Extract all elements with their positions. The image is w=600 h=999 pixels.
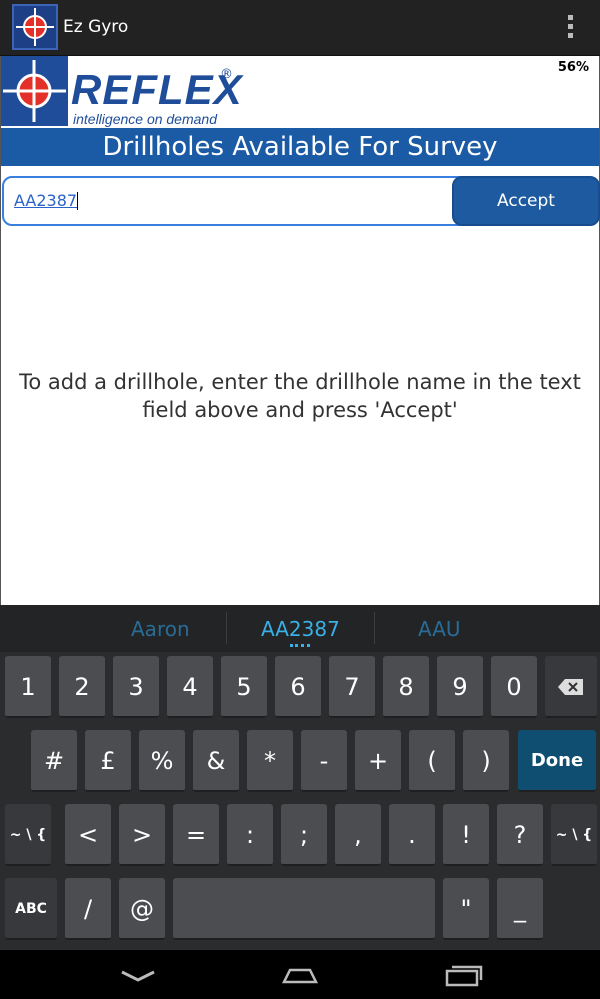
alt-symbols-key-right[interactable]: ~ \ { <box>551 804 597 866</box>
key-asterisk[interactable]: * <box>247 730 293 792</box>
instructions-text: To add a drillhole, enter the drillhole … <box>1 368 599 424</box>
instructions-line-2: field above and press 'Accept' <box>142 398 458 422</box>
battery-level: 56% <box>557 60 589 75</box>
overflow-menu-icon[interactable] <box>568 15 574 39</box>
key-semicolon[interactable]: ; <box>281 804 327 866</box>
key-minus[interactable]: - <box>301 730 347 792</box>
key-ampersand[interactable]: & <box>193 730 239 792</box>
space-key[interactable] <box>173 878 435 940</box>
key-quote[interactable]: " <box>443 878 489 940</box>
key-less-than[interactable]: < <box>65 804 111 866</box>
home-icon[interactable] <box>280 960 320 990</box>
suggestion-item[interactable]: AAU <box>418 617 461 641</box>
drillhole-input-row: AA2387 Accept <box>2 176 600 226</box>
key-7[interactable]: 7 <box>329 656 375 718</box>
done-key[interactable]: Done <box>518 730 596 792</box>
suggestion-bar: Aaron AA2387 AAU <box>0 605 600 652</box>
key-0[interactable]: 0 <box>491 656 537 718</box>
key-question[interactable]: ? <box>497 804 543 866</box>
key-8[interactable]: 8 <box>383 656 429 718</box>
backspace-key[interactable] <box>545 656 597 718</box>
key-period[interactable]: . <box>389 804 435 866</box>
key-plus[interactable]: + <box>355 730 401 792</box>
action-bar: Ez Gyro <box>0 0 600 56</box>
key-open-paren[interactable]: ( <box>409 730 455 792</box>
back-icon[interactable] <box>118 960 158 990</box>
key-equals[interactable]: = <box>173 804 219 866</box>
key-hash[interactable]: # <box>31 730 77 792</box>
accept-button[interactable]: Accept <box>452 176 600 226</box>
key-underscore[interactable]: _ <box>497 878 543 940</box>
key-greater-than[interactable]: > <box>119 804 165 866</box>
key-1[interactable]: 1 <box>5 656 51 718</box>
system-nav-bar <box>0 950 600 999</box>
key-4[interactable]: 4 <box>167 656 213 718</box>
soft-keyboard: Aaron AA2387 AAU 1 2 3 4 5 6 7 8 9 0 # £… <box>0 605 600 950</box>
suggestion-item[interactable]: Aaron <box>131 617 190 641</box>
key-6[interactable]: 6 <box>275 656 321 718</box>
text-caret <box>77 192 78 210</box>
reflex-logo-icon <box>1 56 68 126</box>
key-at[interactable]: @ <box>119 878 165 940</box>
key-close-paren[interactable]: ) <box>463 730 509 792</box>
backspace-icon <box>558 679 583 695</box>
suggestion-item-selected[interactable]: AA2387 <box>261 617 340 641</box>
app-icon[interactable] <box>12 4 58 50</box>
key-comma[interactable]: , <box>335 804 381 866</box>
suggestion-more-indicator <box>290 644 310 647</box>
logo-wordmark: REFLEX <box>71 66 243 113</box>
main-content: REFLEX ® intelligence on demand 56% Dril… <box>0 56 600 605</box>
key-3[interactable]: 3 <box>113 656 159 718</box>
recent-apps-icon[interactable] <box>443 960 483 990</box>
drillhole-name-input[interactable]: AA2387 <box>2 176 472 226</box>
page-title: Drillholes Available For Survey <box>1 128 599 166</box>
key-pound[interactable]: £ <box>85 730 131 792</box>
key-colon[interactable]: : <box>227 804 273 866</box>
key-9[interactable]: 9 <box>437 656 483 718</box>
key-exclamation[interactable]: ! <box>443 804 489 866</box>
abc-key[interactable]: ABC <box>5 878 57 940</box>
logo-registered-mark: ® <box>220 67 233 82</box>
app-title: Ez Gyro <box>63 17 129 37</box>
alt-symbols-key[interactable]: ~ \ { <box>5 804 51 866</box>
instructions-line-1: To add a drillhole, enter the drillhole … <box>19 370 581 394</box>
key-5[interactable]: 5 <box>221 656 267 718</box>
key-percent[interactable]: % <box>139 730 185 792</box>
drillhole-name-value: AA2387 <box>14 191 78 210</box>
key-2[interactable]: 2 <box>59 656 105 718</box>
key-slash[interactable]: / <box>65 878 111 940</box>
logo-tagline: intelligence on demand <box>73 111 217 127</box>
